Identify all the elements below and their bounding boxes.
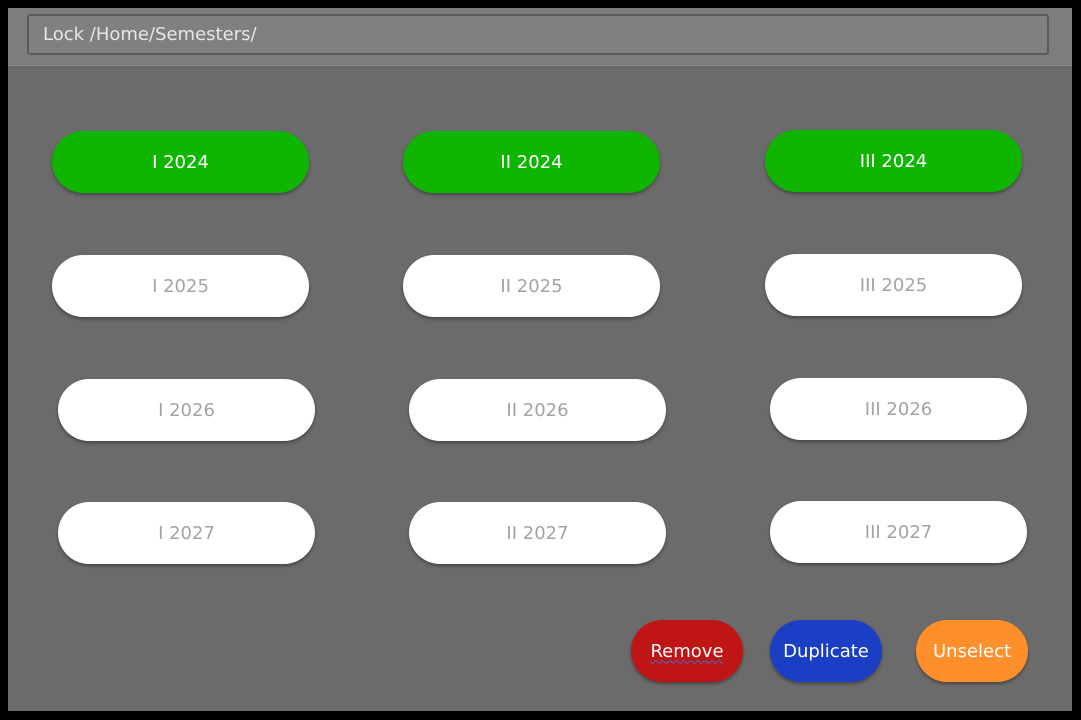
semester-label: II 2026 [506, 399, 569, 421]
semester-button-i-2027[interactable]: I 2027 [58, 502, 315, 564]
semester-label: I 2025 [152, 275, 209, 297]
remove-button[interactable]: Remove [631, 620, 743, 682]
semester-button-i-2024[interactable]: I 2024 [52, 131, 309, 193]
semester-label: II 2024 [500, 151, 563, 173]
path-bar[interactable]: Lock /Home/Semesters/ [27, 14, 1049, 55]
semester-label: II 2027 [506, 522, 569, 544]
semester-button-ii-2026[interactable]: II 2026 [409, 379, 666, 441]
path-text: Lock /Home/Semesters/ [43, 24, 257, 45]
app-window: Lock /Home/Semesters/ I 2024 II 2024 III… [8, 8, 1072, 711]
semester-label: I 2024 [152, 151, 209, 173]
semester-button-iii-2024[interactable]: III 2024 [765, 130, 1022, 192]
semester-label: III 2027 [864, 521, 933, 543]
semester-label: II 2025 [500, 275, 563, 297]
semester-button-i-2025[interactable]: I 2025 [52, 255, 309, 317]
semester-label: III 2024 [859, 150, 928, 172]
semester-label: I 2026 [158, 399, 215, 421]
top-bar: Lock /Home/Semesters/ [8, 8, 1072, 66]
semester-button-ii-2027[interactable]: II 2027 [409, 502, 666, 564]
semester-button-iii-2025[interactable]: III 2025 [765, 254, 1022, 316]
semester-button-ii-2024[interactable]: II 2024 [403, 131, 660, 193]
semester-label: I 2027 [158, 522, 215, 544]
semester-label: III 2026 [864, 398, 933, 420]
duplicate-label: Duplicate [783, 640, 869, 662]
duplicate-button[interactable]: Duplicate [770, 620, 882, 682]
remove-label: Remove [650, 640, 724, 662]
semester-button-iii-2027[interactable]: III 2027 [770, 501, 1027, 563]
semester-button-i-2026[interactable]: I 2026 [58, 379, 315, 441]
semester-label: III 2025 [859, 274, 928, 296]
semester-button-iii-2026[interactable]: III 2026 [770, 378, 1027, 440]
unselect-label: Unselect [932, 640, 1012, 662]
unselect-button[interactable]: Unselect [916, 620, 1028, 682]
semester-button-ii-2025[interactable]: II 2025 [403, 255, 660, 317]
